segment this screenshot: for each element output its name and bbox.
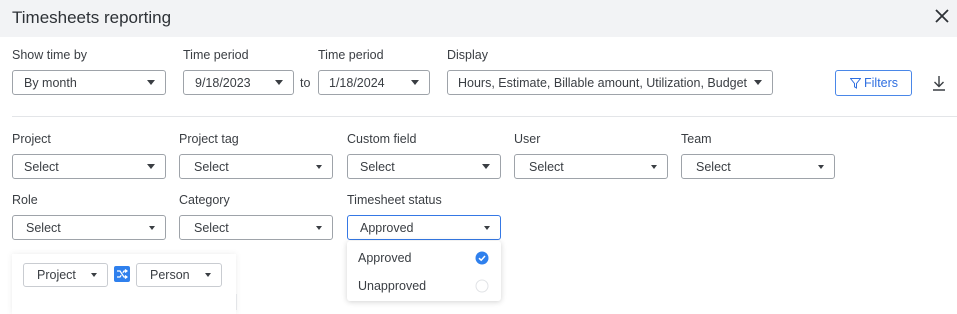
- project-filter-label: Project: [12, 132, 51, 146]
- category-filter-select[interactable]: Select: [179, 215, 333, 240]
- group-by-project-label: Project: [37, 268, 76, 282]
- empty-circle-icon[interactable]: [475, 279, 489, 293]
- team-filter-select[interactable]: Select: [681, 154, 835, 179]
- team-filter-label: Team: [681, 132, 712, 146]
- role-filter-value: Select: [26, 221, 61, 235]
- group-by-project-select[interactable]: Project: [23, 263, 108, 287]
- custom-field-filter-select[interactable]: Select: [347, 154, 501, 179]
- status-option-unapproved[interactable]: Unapproved: [358, 279, 426, 293]
- chevron-down-icon: [149, 226, 155, 230]
- timesheet-status-filter-label: Timesheet status: [347, 193, 442, 207]
- chevron-down-icon: [205, 273, 211, 277]
- project-tag-filter-select[interactable]: Select: [179, 154, 333, 179]
- category-filter-label: Category: [179, 193, 230, 207]
- user-filter-label: User: [514, 132, 541, 146]
- show-time-by-label: Show time by: [12, 48, 88, 62]
- role-filter-select[interactable]: Select: [12, 215, 166, 240]
- time-period-end-value: 1/18/2024: [329, 76, 385, 90]
- project-tag-filter-value: Select: [194, 160, 229, 174]
- user-filter-value: Select: [529, 160, 564, 174]
- chevron-down-icon: [91, 273, 97, 277]
- chevron-down-icon: [316, 165, 322, 169]
- role-filter-label: Role: [12, 193, 38, 207]
- check-circle-icon[interactable]: [475, 251, 489, 265]
- category-filter-value: Select: [194, 221, 229, 235]
- show-time-by-select[interactable]: By month: [12, 70, 166, 95]
- download-icon[interactable]: [930, 74, 948, 92]
- user-filter-select[interactable]: Select: [514, 154, 668, 179]
- group-by-person-label: Person: [150, 268, 190, 282]
- chevron-down-icon: [411, 80, 419, 85]
- divider: [236, 294, 237, 310]
- chevron-down-icon: [316, 226, 322, 230]
- team-filter-value: Select: [696, 160, 731, 174]
- timesheet-status-filter-select[interactable]: Approved: [347, 215, 501, 240]
- filter-icon: [850, 78, 861, 89]
- chevron-down-icon: [275, 80, 283, 85]
- chevron-down-icon: [147, 164, 155, 169]
- divider: [12, 116, 957, 117]
- time-period-end-select[interactable]: 1/18/2024: [318, 70, 430, 95]
- chevron-down-icon: [484, 226, 490, 230]
- status-option-approved[interactable]: Approved: [358, 251, 412, 265]
- filters-button-label: Filters: [864, 76, 899, 90]
- chevron-down-icon: [818, 165, 824, 169]
- show-time-by-value: By month: [24, 76, 77, 90]
- time-period-start-value: 9/18/2023: [195, 76, 251, 90]
- project-filter-select[interactable]: Select: [12, 154, 166, 179]
- display-label: Display: [447, 48, 488, 62]
- chevron-down-icon: [754, 80, 762, 85]
- dialog-title: Timesheets reporting: [12, 8, 172, 27]
- project-filter-value: Select: [24, 160, 59, 174]
- filters-button[interactable]: Filters: [835, 70, 912, 96]
- close-icon[interactable]: [932, 5, 952, 27]
- time-period-end-label: Time period: [318, 48, 384, 62]
- display-value: Hours, Estimate, Billable amount, Utiliz…: [458, 76, 748, 90]
- custom-field-filter-value: Select: [360, 160, 395, 174]
- project-tag-filter-label: Project tag: [179, 132, 239, 146]
- chevron-down-icon: [482, 164, 490, 169]
- time-period-start-select[interactable]: 9/18/2023: [183, 70, 294, 95]
- display-select[interactable]: Hours, Estimate, Billable amount, Utiliz…: [447, 70, 773, 95]
- to-label: to: [300, 76, 311, 90]
- custom-field-filter-label: Custom field: [347, 132, 417, 146]
- time-period-start-label: Time period: [183, 48, 249, 62]
- chevron-down-icon: [147, 80, 155, 85]
- timesheet-status-filter-value: Approved: [360, 221, 414, 235]
- chevron-down-icon: [651, 165, 657, 169]
- group-by-person-select[interactable]: Person: [136, 263, 222, 287]
- swap-icon[interactable]: [114, 266, 130, 282]
